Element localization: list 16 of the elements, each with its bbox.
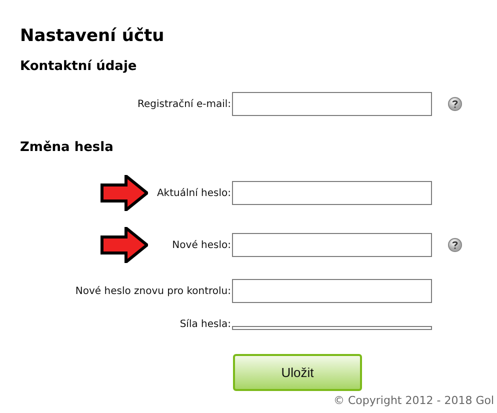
field-label: Registrační e-mail: [138,98,232,110]
page-title: Nastavení účtu [20,26,166,46]
field-label: Aktuální heslo: [156,188,232,198]
input-field[interactable] [232,181,432,205]
help-icon[interactable] [448,238,462,252]
field-label: Nové heslo: [172,240,232,250]
input-field[interactable] [232,233,432,257]
help-icon[interactable] [448,97,462,111]
section-heading: Změna hesla [20,140,114,155]
save-button[interactable]: Uložit [233,354,362,391]
input-field[interactable] [232,279,432,303]
copyright-text: © Copyright 2012 - 2018 Gol [334,394,494,407]
field-label: Nové heslo znovu pro kontrolu: [75,286,232,296]
section-heading: Kontaktní údaje [20,59,138,74]
input-field[interactable] [232,92,432,116]
field-label: Síla hesla: [180,319,232,330]
